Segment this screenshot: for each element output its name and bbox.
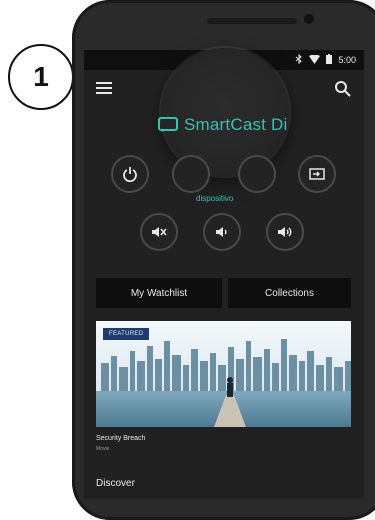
hamburger-menu-icon[interactable] xyxy=(96,82,112,94)
wifi-icon xyxy=(309,54,321,66)
volume-up-button[interactable] xyxy=(266,213,304,251)
device-title[interactable]: SmartCast Di xyxy=(158,112,292,138)
phone-speaker xyxy=(207,18,297,24)
input-button[interactable] xyxy=(298,155,336,193)
featured-subtitle: Movie xyxy=(96,446,110,452)
featured-title: Security Breach xyxy=(96,435,146,442)
my-watchlist-button[interactable]: My Watchlist xyxy=(96,278,222,308)
remote-center-right-button[interactable] xyxy=(238,155,276,193)
volume-down-button[interactable] xyxy=(203,213,241,251)
input-source-icon xyxy=(309,168,325,180)
featured-card[interactable]: FEATURED xyxy=(96,321,351,427)
status-time: 5:00 xyxy=(338,55,356,65)
collections-button[interactable]: Collections xyxy=(228,278,351,308)
discover-heading: Discover xyxy=(96,478,135,489)
featured-badge: FEATURED xyxy=(103,328,150,340)
mute-icon xyxy=(152,227,167,237)
phone-camera xyxy=(304,14,314,24)
power-icon xyxy=(123,167,137,182)
remote-center-left-button[interactable] xyxy=(172,155,210,193)
volume-up-icon xyxy=(278,227,292,237)
power-button[interactable] xyxy=(111,155,149,193)
step-number-badge: 1 xyxy=(8,44,74,110)
device-hint-label: dispositivo xyxy=(196,194,234,203)
search-icon[interactable] xyxy=(334,80,352,98)
battery-icon xyxy=(326,54,333,66)
cast-icon xyxy=(158,117,178,133)
mute-button[interactable] xyxy=(140,213,178,251)
device-title-text: SmartCast Di xyxy=(184,115,288,134)
volume-down-icon xyxy=(216,227,227,237)
bluetooth-icon xyxy=(295,53,303,66)
